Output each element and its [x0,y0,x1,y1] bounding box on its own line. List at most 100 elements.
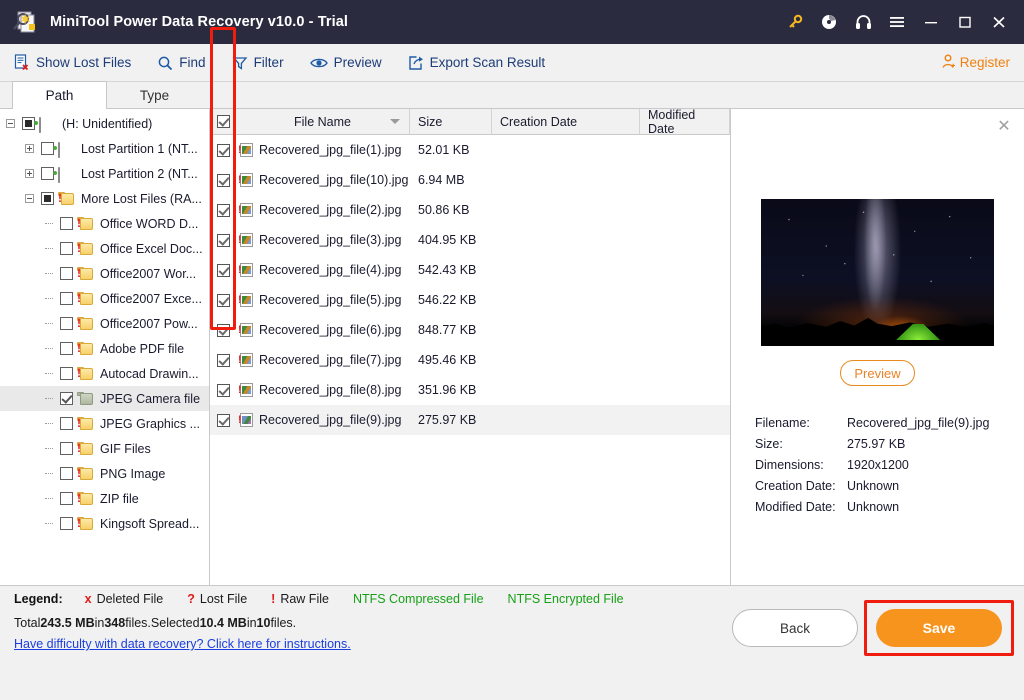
folder-raw-icon: ! [77,216,95,231]
tree-item[interactable]: Lost Partition 2 (NT... [0,161,209,186]
legend-item-deleted-file-label: Deleted File [96,591,164,606]
expander-box [25,144,34,153]
tree-item-checkbox[interactable] [60,392,73,405]
select-all-checkbox[interactable] [210,109,236,135]
tree-item[interactable]: ! Office2007 Exce... [0,286,209,311]
tree-item-checkbox[interactable] [60,217,73,230]
headphones-icon[interactable] [846,7,880,37]
tree-item-checkbox[interactable] [60,417,73,430]
maximize-button[interactable] [948,7,982,37]
tree-item[interactable]: ! Office2007 Pow... [0,311,209,336]
lost-file-marker-icon: ? [187,591,195,606]
table-row[interactable]: ! Recovered_jpg_file(7).jpg 495.46 KB [210,345,730,375]
row-checkbox[interactable] [210,293,236,307]
tree-item-checkbox[interactable] [60,492,73,505]
tree-item[interactable]: ! JPEG Graphics ... [0,411,209,436]
tree-item[interactable]: JPEG Camera file [0,386,209,411]
tree-item-checkbox[interactable] [41,192,54,205]
menu-icon[interactable] [880,7,914,37]
tree-item[interactable]: (H: Unidentified) [0,111,209,136]
register-button[interactable]: Register [941,54,1010,72]
collapse-icon[interactable] [23,194,36,203]
row-checkbox[interactable] [210,353,236,367]
row-checkbox[interactable] [210,143,236,157]
table-row[interactable]: ! Recovered_jpg_file(2).jpg 50.86 KB [210,195,730,225]
close-button[interactable] [982,7,1016,37]
row-file-name-cell: ! Recovered_jpg_file(7).jpg [236,353,410,367]
back-button[interactable]: Back [732,609,858,647]
expand-icon[interactable] [23,144,36,153]
table-row[interactable]: ! Recovered_jpg_file(5).jpg 546.22 KB [210,285,730,315]
tree-item-checkbox[interactable] [60,292,73,305]
folder-tree[interactable]: (H: Unidentified) Lost Partition 1 (NT...… [0,109,210,585]
row-checkbox[interactable] [210,383,236,397]
minimize-button[interactable] [914,7,948,37]
tree-item[interactable]: ! Adobe PDF file [0,336,209,361]
row-checkbox[interactable] [210,413,236,427]
tree-item[interactable]: ! Office2007 Wor... [0,261,209,286]
tree-item[interactable]: Lost Partition 1 (NT... [0,136,209,161]
disc-icon[interactable] [812,7,846,37]
key-icon[interactable] [778,7,812,37]
close-icon[interactable]: ✕ [996,119,1012,135]
row-checkbox[interactable] [210,173,236,187]
raw-marker-icon: ! [77,491,81,505]
save-button[interactable]: Save [876,609,1002,647]
find-button[interactable]: Find [157,55,206,71]
table-row[interactable]: ! Recovered_jpg_file(8).jpg 351.96 KB [210,375,730,405]
column-header-modified-date[interactable]: Modified Date [640,108,730,136]
tree-item[interactable]: ! Autocad Drawin... [0,361,209,386]
table-row[interactable]: ! Recovered_jpg_file(1).jpg 52.01 KB [210,135,730,165]
row-file-name-cell: ! Recovered_jpg_file(5).jpg [236,293,410,307]
tree-item[interactable]: ! ZIP file [0,486,209,511]
preview-button[interactable]: Preview [309,55,382,70]
row-checkbox[interactable] [210,203,236,217]
expand-icon[interactable] [23,169,36,178]
tree-item[interactable]: ! More Lost Files (RA... [0,186,209,211]
tree-item-checkbox[interactable] [60,342,73,355]
jpeg-file-icon: ! [238,323,253,337]
export-scan-result-button[interactable]: Export Scan Result [408,55,545,71]
tree-item[interactable]: ! GIF Files [0,436,209,461]
table-row[interactable]: ! Recovered_jpg_file(3).jpg 404.95 KB [210,225,730,255]
tab-type[interactable]: Type [107,81,202,108]
tree-item-checkbox[interactable] [60,467,73,480]
tree-item-checkbox[interactable] [60,367,73,380]
row-checkbox-box [216,263,230,277]
tree-item-checkbox[interactable] [60,317,73,330]
filter-button[interactable]: Filter [232,55,284,71]
tree-item[interactable]: ! Office Excel Doc... [0,236,209,261]
file-list-rows[interactable]: ! Recovered_jpg_file(1).jpg 52.01 KB! Recov… [210,135,730,585]
column-header-creation-date[interactable]: Creation Date [492,108,640,135]
tree-item-checkbox[interactable] [22,117,35,130]
row-size-cell: 404.95 KB [418,233,477,247]
preview-open-button[interactable]: Preview [840,360,915,386]
tree-item[interactable]: ! Office WORD D... [0,211,209,236]
row-file-name-label: Recovered_jpg_file(8).jpg [259,383,402,397]
tree-item-checkbox[interactable] [60,267,73,280]
help-link[interactable]: Have difficulty with data recovery? Clic… [14,637,351,651]
show-lost-files-button[interactable]: Show Lost Files [14,54,131,71]
tab-path[interactable]: Path [12,81,107,109]
row-checkbox[interactable] [210,233,236,247]
tree-item-checkbox[interactable] [41,142,54,155]
column-header-size[interactable]: Size [410,108,492,135]
table-row[interactable]: ! Recovered_jpg_file(6).jpg 848.77 KB [210,315,730,345]
status-selected-prefix: Selected [150,616,200,630]
legend-item-raw-file: ! Raw File [271,592,329,606]
filter-label: Filter [253,55,284,70]
row-checkbox[interactable] [210,323,236,337]
collapse-icon[interactable] [4,119,17,128]
tree-item-checkbox[interactable] [60,242,73,255]
tree-item-checkbox[interactable] [41,167,54,180]
row-checkbox[interactable] [210,263,236,277]
status-selected-suffix: files. [270,616,297,630]
table-row[interactable]: ! Recovered_jpg_file(4).jpg 542.43 KB [210,255,730,285]
column-header-file-name[interactable]: File Name [236,108,410,135]
tree-item-checkbox[interactable] [60,442,73,455]
tree-item-checkbox[interactable] [60,517,73,530]
table-row[interactable]: ! Recovered_jpg_file(9).jpg 275.97 KB [210,405,730,435]
tree-item[interactable]: ! PNG Image [0,461,209,486]
table-row[interactable]: ! Recovered_jpg_file(10).jpg 6.94 MB [210,165,730,195]
tree-item[interactable]: ! Kingsoft Spread... [0,511,209,536]
